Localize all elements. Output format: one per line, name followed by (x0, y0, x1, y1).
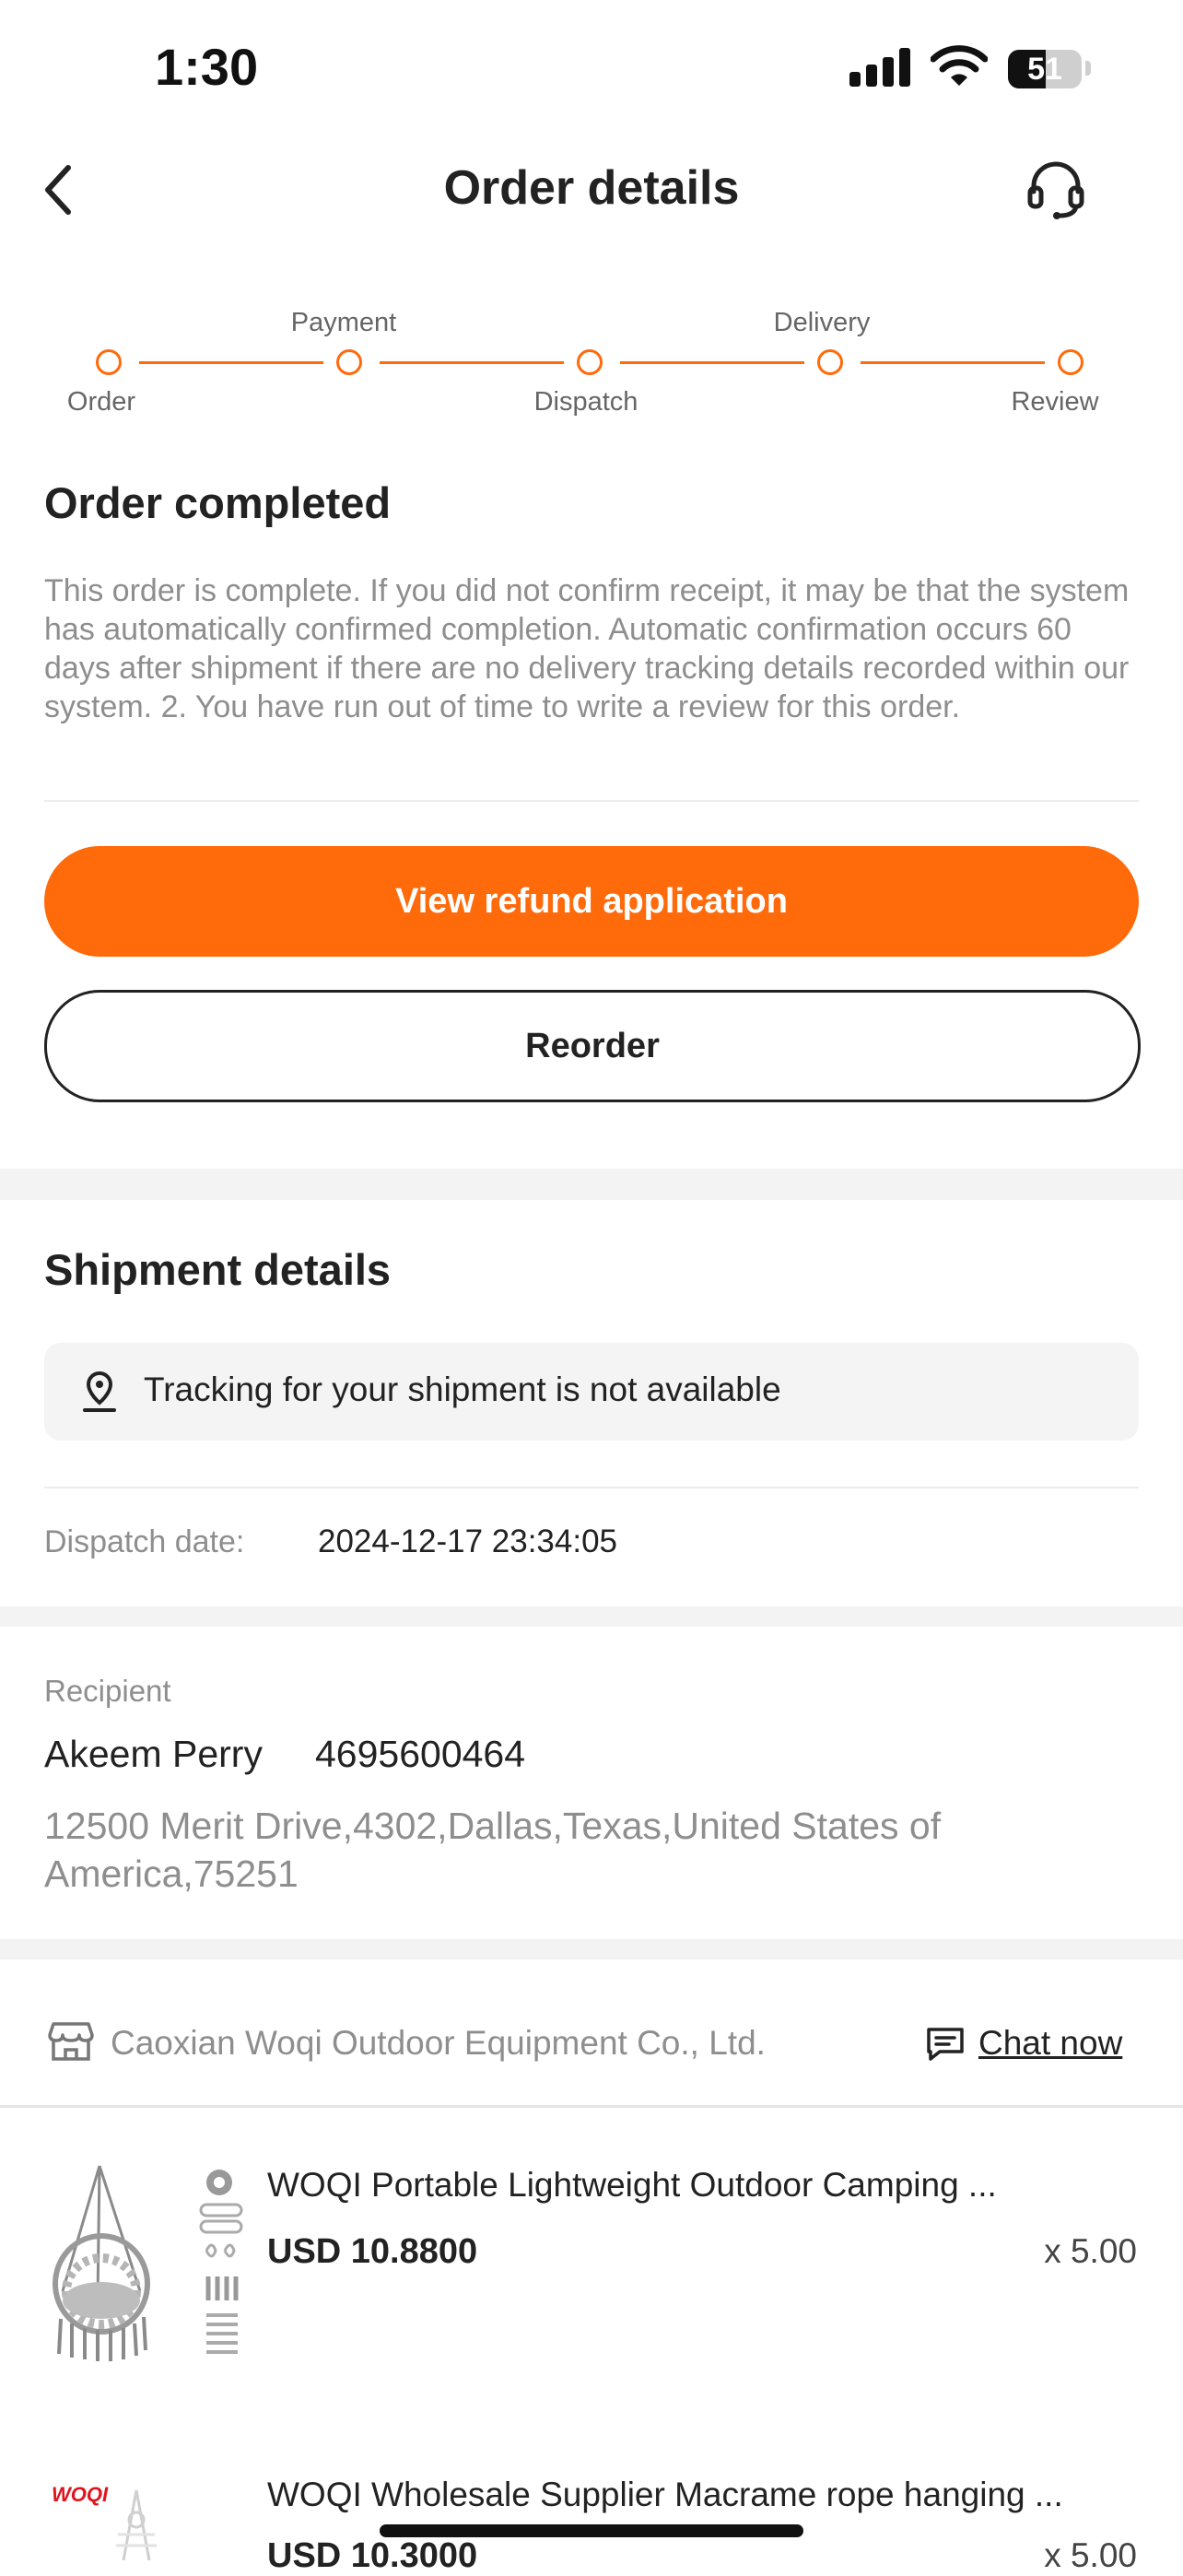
home-indicator[interactable] (380, 2524, 803, 2537)
order-status-description: This order is complete. If you did not c… (44, 573, 1130, 724)
section-separator (0, 1169, 1183, 1200)
product-price: USD 10.3000 (267, 2536, 478, 2575)
product-quantity: x 5.00 (1044, 2536, 1137, 2574)
section-separator (0, 1939, 1183, 1959)
wifi-icon (930, 44, 989, 93)
progress-line (620, 361, 804, 364)
recipient-name: Akeem Perry (44, 1733, 263, 1775)
view-refund-application-button[interactable]: View refund application (44, 846, 1139, 957)
step-dot-delivery (817, 349, 843, 375)
step-label-payment: Payment (290, 308, 397, 337)
divider (44, 800, 1139, 802)
progress-line (861, 361, 1045, 364)
shipment-title: Shipment details (44, 1245, 392, 1294)
step-label-review: Review (1011, 387, 1099, 417)
product-price: USD 10.8800 (267, 2232, 478, 2271)
product-title[interactable]: WOQI Portable Lightweight Outdoor Campin… (267, 2166, 1078, 2205)
chat-icon[interactable] (925, 2026, 966, 2067)
dispatch-date-label: Dispatch date: (44, 1524, 245, 1559)
reorder-button[interactable]: Reorder (44, 990, 1141, 1102)
step-label-dispatch: Dispatch (533, 387, 638, 417)
divider (0, 2105, 1183, 2108)
store-name[interactable]: Caoxian Woqi Outdoor Equipment Co., Ltd. (111, 2024, 766, 2063)
store-icon (48, 2020, 94, 2067)
cellular-signal-icon (849, 46, 910, 87)
progress-line (380, 361, 564, 364)
progress-line (139, 361, 323, 364)
recipient-label: Recipient (44, 1674, 171, 1708)
step-dot-dispatch (577, 349, 603, 375)
step-dot-order (96, 349, 122, 375)
product-image-macrame-hanging[interactable]: WOQI (44, 2479, 243, 2560)
recipient-phone: 4695600464 (315, 1733, 526, 1775)
battery-icon: 51 (1008, 50, 1082, 88)
dispatch-date-value: 2024-12-17 23:34:05 (318, 1523, 617, 1559)
battery-cap (1085, 61, 1091, 76)
battery-level: 51 (1027, 52, 1062, 87)
headset-icon (1027, 161, 1084, 219)
chat-now-link[interactable]: Chat now (978, 2024, 1122, 2063)
location-pin-icon (79, 1370, 120, 1418)
product-quantity: x 5.00 (1044, 2232, 1137, 2270)
customer-service-button[interactable] (1023, 157, 1089, 228)
step-dot-payment (336, 349, 362, 375)
status-time: 1:30 (155, 38, 259, 96)
order-status-title: Order completed (44, 478, 392, 527)
product-title[interactable]: WOQI Wholesale Supplier Macrame rope han… (267, 2476, 1078, 2514)
page-title: Order details (443, 161, 740, 215)
product-image-hammock-chair[interactable] (44, 2162, 243, 2370)
step-dot-review (1058, 349, 1083, 375)
section-separator (0, 1606, 1183, 1627)
step-label-delivery: Delivery (773, 308, 871, 337)
tracking-text: Tracking for your shipment is not availa… (144, 1370, 781, 1408)
recipient-address: 12500 Merit Drive,4302,Dallas,Texas,Unit… (44, 1805, 942, 1895)
divider (44, 1487, 1139, 1488)
step-label-order: Order (66, 387, 136, 417)
